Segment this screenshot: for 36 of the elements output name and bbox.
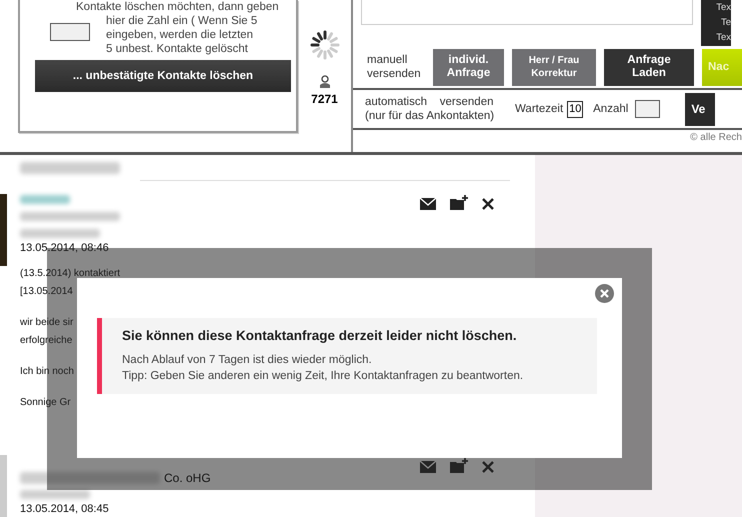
wait-label: Wartezeit: [515, 103, 564, 115]
redacted-text: [20, 490, 90, 499]
photo-placeholder: [0, 455, 7, 517]
person-icon: [318, 75, 330, 89]
post-text: Sonnige Gr: [20, 396, 72, 409]
post-text: [13.05.2014: [20, 285, 74, 298]
template-tab[interactable]: Tex: [716, 30, 731, 45]
photo-placeholder: [0, 194, 7, 266]
send-action-button[interactable]: Herr / Frau Korrektur: [512, 48, 596, 86]
delete-instructions: Kontakte löschen möchten, dann geben hier die Zahl ein ( Wenn Sie 5 eingeben, werden die letzten 5 unbest. Kontakte gelöscht: [76, 0, 280, 56]
post-text: (13.5.2014) kontaktiert: [20, 267, 120, 280]
contact-count: 7271: [311, 92, 338, 106]
count-input[interactable]: [50, 23, 90, 41]
loading-spinner-icon: [308, 29, 340, 61]
wait-input[interactable]: 10: [567, 100, 584, 118]
post-text: Ich bin noch: [20, 365, 75, 378]
send-action-button[interactable]: Anfrage Laden: [604, 48, 694, 86]
copyright-text: © alle Rech: [689, 132, 742, 143]
post-date: 13.05.2014, 08:45: [20, 503, 110, 515]
close-icon[interactable]: [482, 198, 494, 210]
dialog-text: Nach Ablauf von 7 Tagen ist dies wieder möglich. Tipp: Geben Sie anderen ein wenig Zeit, Ihre Kontaktanfragen zu beantworten.: [122, 353, 524, 384]
delete-unconfirmed-button[interactable]: ... unbestätigte Kontakte löschen: [35, 60, 291, 92]
send-button[interactable]: Ve: [685, 92, 716, 126]
folder-add-icon[interactable]: [450, 195, 468, 210]
dialog-title: Sie können diese Kontaktanfrage derzeit leider nicht löschen.: [122, 328, 518, 343]
count-field[interactable]: [635, 100, 660, 118]
template-tab[interactable]: Tex: [716, 0, 731, 15]
post-text: erfolgreiche: [20, 334, 74, 347]
manual-send-label: manuell versenden: [367, 53, 422, 81]
count-label: Anzahl: [593, 103, 628, 115]
redacted-text: [20, 195, 70, 204]
send-action-button[interactable]: individ. Anfrage: [433, 48, 504, 86]
template-tab[interactable]: Te: [720, 15, 731, 30]
mail-icon[interactable]: [420, 198, 436, 210]
company-text: Co. oHG: [164, 471, 211, 485]
auto-send-label: automatisch versenden (nur für das Ankontakten): [365, 95, 496, 123]
